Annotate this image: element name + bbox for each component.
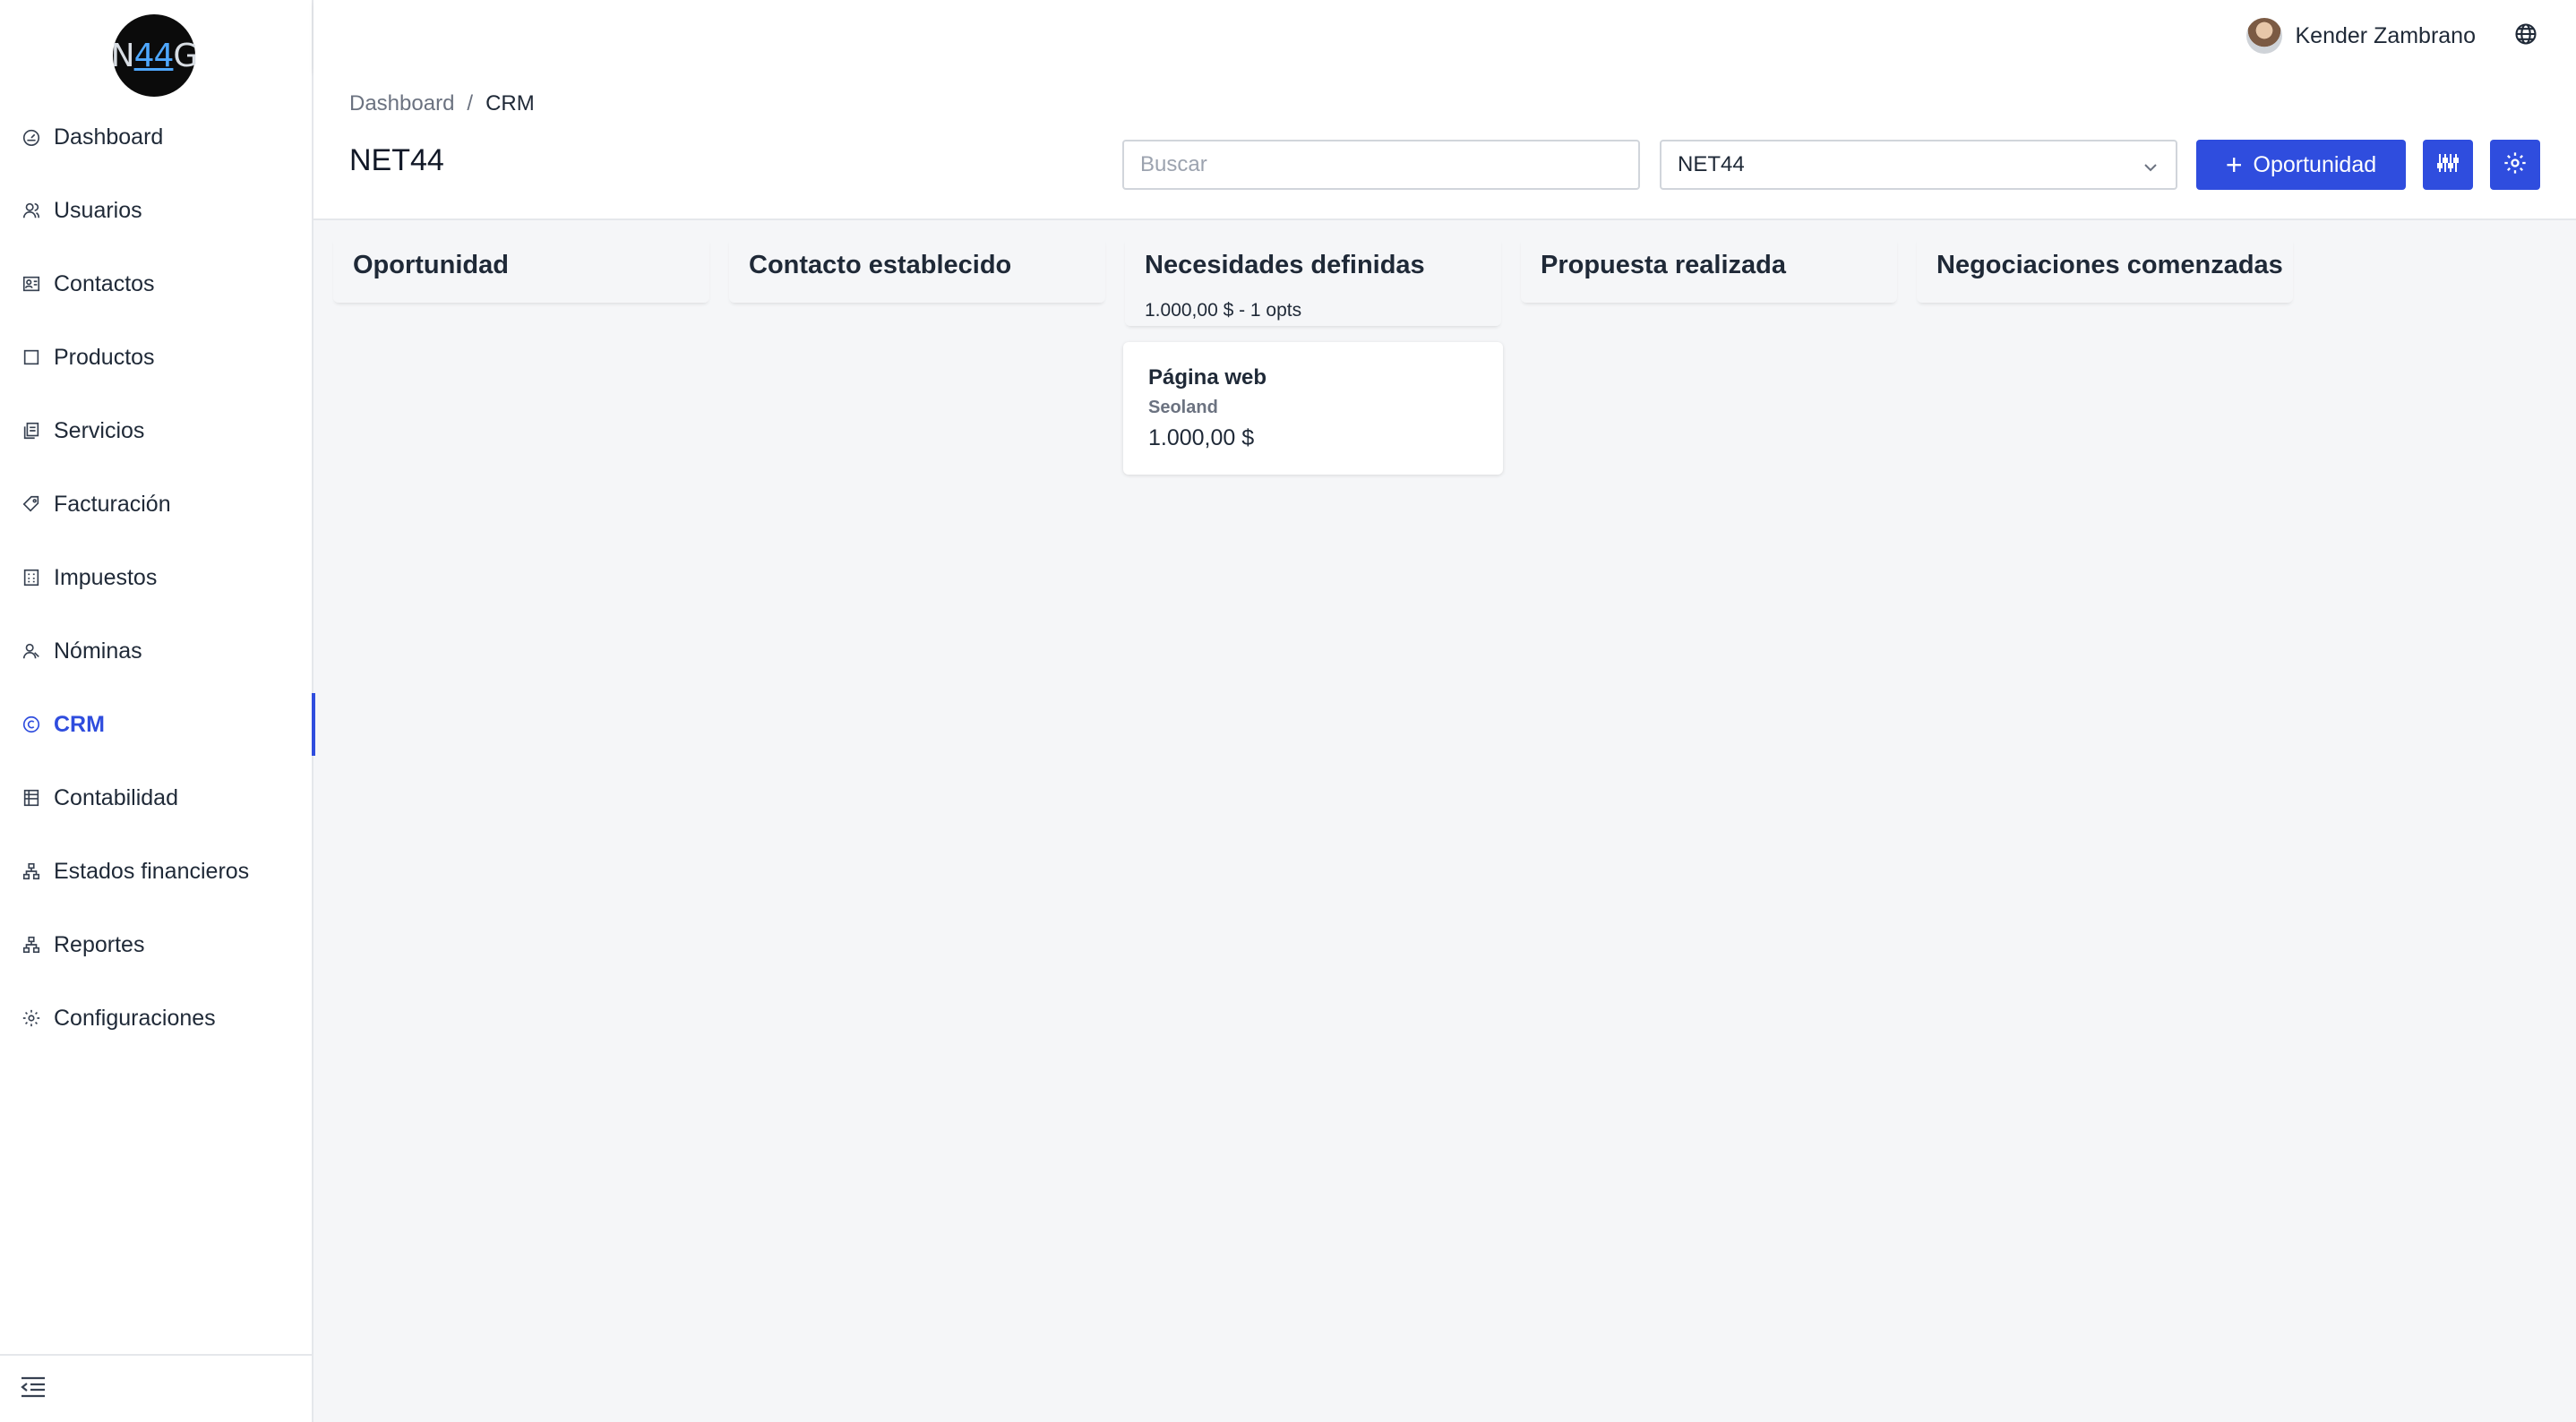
sidebar-item-label: Reportes bbox=[54, 931, 145, 957]
column-title: Oportunidad bbox=[353, 251, 509, 279]
sidebar-item-facturacion[interactable]: Facturación bbox=[0, 467, 313, 541]
column-title: Necesidades definidas bbox=[1145, 251, 1425, 279]
payroll-icon bbox=[21, 641, 41, 661]
sidebar-item-label: Estados financieros bbox=[54, 858, 250, 884]
users-icon bbox=[21, 201, 41, 220]
sidebar-item-contabilidad[interactable]: Contabilidad bbox=[0, 761, 313, 835]
gear-icon bbox=[2503, 150, 2528, 180]
tag-icon bbox=[21, 494, 41, 514]
calculator-icon bbox=[21, 568, 41, 587]
menu-collapse-icon bbox=[20, 1375, 47, 1403]
sidebar-item-label: Impuestos bbox=[54, 564, 158, 590]
sidebar-item-label: Configuraciones bbox=[54, 1005, 216, 1031]
sidebar-item-configuraciones[interactable]: Configuraciones bbox=[0, 981, 313, 1055]
add-opportunity-button[interactable]: + Oportunidad bbox=[2196, 140, 2406, 190]
search-input[interactable] bbox=[1122, 140, 1640, 190]
kanban-column: Propuesta realizada bbox=[1521, 238, 1897, 303]
sidebar-item-label: Nóminas bbox=[54, 638, 142, 664]
sidebar-item-dashboard[interactable]: Dashboard bbox=[0, 100, 313, 174]
card-title: Página web bbox=[1148, 365, 1267, 390]
contacts-icon bbox=[21, 274, 41, 294]
services-icon bbox=[21, 421, 41, 441]
page-header: Dashboard / CRM NET44 NET44 + Oportunida… bbox=[313, 72, 2576, 220]
avatar bbox=[2246, 18, 2283, 54]
logo-prefix: N bbox=[110, 37, 135, 74]
sidebar-nav: Dashboard Usuarios Contactos Productos S… bbox=[0, 100, 315, 1055]
column-header: Oportunidad bbox=[333, 238, 709, 303]
breadcrumb: Dashboard / CRM bbox=[349, 91, 535, 116]
sidebar-item-label: Productos bbox=[54, 344, 155, 370]
add-opportunity-label: Oportunidad bbox=[2253, 151, 2377, 177]
sidebar-item-label: Facturación bbox=[54, 491, 171, 517]
sidebar-item-label: Servicios bbox=[54, 417, 145, 443]
sidebar-item-nominas[interactable]: Nóminas bbox=[0, 614, 313, 688]
column-title: Propuesta realizada bbox=[1541, 251, 1786, 279]
breadcrumb-dashboard-link[interactable]: Dashboard bbox=[349, 91, 454, 116]
sidebar-item-productos[interactable]: Productos bbox=[0, 321, 313, 394]
globe-icon bbox=[2513, 23, 2538, 50]
opportunity-card[interactable]: Página web Seoland 1.000,00 $ bbox=[1123, 342, 1503, 475]
copyright-icon bbox=[21, 715, 41, 734]
sidebar-item-label: Contabilidad bbox=[54, 784, 178, 810]
sidebar-item-usuarios[interactable]: Usuarios bbox=[0, 174, 313, 247]
company-logo[interactable]: N 44 G bbox=[110, 14, 198, 97]
products-icon bbox=[21, 347, 41, 367]
sidebar-item-impuestos[interactable]: Impuestos bbox=[0, 541, 313, 614]
column-header: Propuesta realizada bbox=[1521, 238, 1897, 303]
sidebar: N 44 G Dashboard Usuarios Contactos Produc… bbox=[0, 0, 315, 1422]
sidebar-item-label: Usuarios bbox=[54, 197, 142, 223]
app-root: N 44 G Dashboard Usuarios Contactos Produc… bbox=[0, 0, 2576, 1422]
column-title: Negociaciones comenzadas bbox=[1936, 251, 2283, 279]
column-summary: 1.000,00 $ - 1 opts bbox=[1145, 300, 1302, 321]
ledger-icon bbox=[21, 788, 41, 808]
language-button[interactable] bbox=[2513, 21, 2538, 47]
kanban-column: Necesidades definidas 1.000,00 $ - 1 opt… bbox=[1123, 238, 1503, 475]
sidebar-item-crm[interactable]: CRM bbox=[0, 688, 315, 761]
hierarchy-icon bbox=[21, 935, 41, 955]
kanban-board: Oportunidad Contacto establecido Necesid… bbox=[313, 222, 2576, 1422]
company-select[interactable]: NET44 bbox=[1660, 140, 2177, 190]
kanban-column: Contacto establecido bbox=[729, 238, 1105, 303]
card-company: Seoland bbox=[1148, 398, 1218, 417]
sidebar-item-servicios[interactable]: Servicios bbox=[0, 394, 313, 467]
board-settings-button[interactable] bbox=[2490, 140, 2540, 190]
breadcrumb-separator: / bbox=[467, 91, 474, 116]
sidebar-item-label: CRM bbox=[54, 711, 105, 737]
plus-icon: + bbox=[2225, 149, 2243, 181]
sidebar-item-label: Dashboard bbox=[54, 124, 164, 150]
company-select-value: NET44 bbox=[1678, 152, 1745, 176]
sidebar-collapse-button[interactable] bbox=[0, 1354, 313, 1422]
gear-icon bbox=[21, 1008, 41, 1028]
logo-accent: 44 bbox=[133, 37, 175, 74]
column-header: Necesidades definidas 1.000,00 $ - 1 opt… bbox=[1125, 238, 1501, 326]
page-title: NET44 bbox=[349, 143, 444, 177]
sidebar-item-contactos[interactable]: Contactos bbox=[0, 247, 313, 321]
column-header: Negociaciones comenzadas bbox=[1917, 238, 2293, 303]
card-amount: 1.000,00 $ bbox=[1148, 425, 1255, 450]
breadcrumb-current: CRM bbox=[485, 91, 535, 116]
sidebar-item-estados-financieros[interactable]: Estados financieros bbox=[0, 835, 313, 908]
kanban-column: Oportunidad bbox=[333, 238, 709, 303]
user-menu[interactable]: Kender Zambrano bbox=[2246, 16, 2476, 56]
user-name: Kender Zambrano bbox=[2295, 22, 2476, 48]
logo-suffix: G bbox=[173, 37, 198, 74]
column-title: Contacto establecido bbox=[749, 251, 1012, 279]
chevron-down-icon bbox=[2142, 158, 2160, 176]
dashboard-icon bbox=[21, 127, 41, 147]
sliders-icon bbox=[2435, 150, 2460, 180]
sidebar-item-label: Contactos bbox=[54, 270, 155, 296]
column-header: Contacto establecido bbox=[729, 238, 1105, 303]
hierarchy-icon bbox=[21, 861, 41, 881]
filter-settings-button[interactable] bbox=[2423, 140, 2473, 190]
kanban-column: Negociaciones comenzadas bbox=[1917, 238, 2293, 303]
sidebar-item-reportes[interactable]: Reportes bbox=[0, 908, 313, 981]
topbar: Kender Zambrano bbox=[313, 0, 2576, 72]
